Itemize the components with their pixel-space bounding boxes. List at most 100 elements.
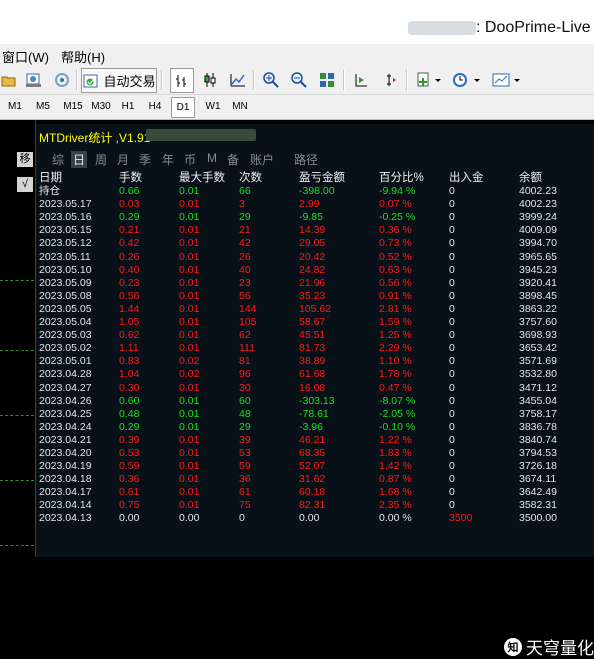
tab-weekly[interactable]: 周 [95, 151, 107, 168]
cell-pnl: 21.96 [299, 276, 326, 289]
auto-scroll-icon[interactable] [378, 68, 400, 91]
table-row: 2023.05.03 0.62 0.01 62 45.51 1.25 % 0 3698.93 [39, 329, 579, 342]
cell-count: 21 [239, 224, 251, 237]
cell-flow: 3500 [449, 512, 473, 525]
cell-date: 2023.05.15 [39, 224, 92, 237]
cell-pnl: 58.67 [299, 316, 326, 329]
tile-windows-icon[interactable] [316, 68, 338, 91]
autotrade-button[interactable]: 自动交易 [81, 68, 157, 93]
cell-lots: 0.62 [119, 329, 140, 342]
tab-notes[interactable]: 备 [227, 151, 239, 168]
cell-count: 62 [239, 329, 251, 342]
watermark: 知 天穹量化 [504, 634, 594, 659]
tab-account[interactable]: 账户 [250, 151, 274, 168]
cell-flow: 0 [449, 276, 455, 289]
daily-stats-table: 日期 手数 最大手数 次数 盈亏金额 百分比% 出入金 余额 持仓 0.66 0.0… [39, 172, 579, 526]
timeframe-w1[interactable]: W1 [202, 97, 224, 116]
timeframe-m15[interactable]: M15 [60, 97, 86, 116]
cell-pct: 2.81 % [379, 302, 412, 315]
cell-lots: 1.11 [119, 342, 139, 355]
cell-date: 2023.04.20 [39, 446, 92, 459]
cell-lots: 0.39 [119, 433, 140, 446]
candlestick-icon[interactable] [199, 68, 221, 91]
timeframe-d1[interactable]: D1 [171, 97, 195, 118]
timeframe-m1[interactable]: M1 [4, 97, 26, 116]
cell-flow: 0 [449, 302, 455, 315]
cell-flow: 0 [449, 473, 455, 486]
bar-chart-icon[interactable] [170, 68, 194, 93]
cell-max-lots: 0.01 [179, 185, 200, 198]
tab-currency[interactable]: 币 [184, 151, 196, 168]
cell-balance: 3500.00 [519, 512, 557, 525]
open-folder-icon[interactable] [0, 68, 18, 91]
timeframe-h1[interactable]: H1 [117, 97, 139, 116]
chart-shift-icon[interactable] [350, 68, 372, 91]
tab-daily[interactable]: 日 [71, 151, 88, 168]
grid-line [0, 415, 34, 416]
menu-help[interactable]: 帮助(H) [61, 47, 105, 66]
table-row: 2023.04.20 0.53 0.01 53 68.35 1.83 % 0 3794.53 [39, 447, 579, 460]
cell-balance: 3758.17 [519, 407, 557, 420]
window-titlebar: : DooPrime-Live [0, 0, 594, 45]
cell-balance: 3836.78 [519, 420, 557, 433]
cell-date: 2023.05.02 [39, 342, 92, 355]
line-chart-icon[interactable] [227, 68, 249, 91]
cell-max-lots: 0.00 [179, 512, 200, 525]
tab-monthly[interactable]: 月 [117, 151, 129, 168]
cell-pct: 1.59 % [379, 316, 412, 329]
cell-pnl: -303.13 [299, 394, 335, 407]
cell-flow: 0 [449, 250, 455, 263]
timeframe-m30[interactable]: M30 [88, 97, 114, 116]
cell-lots: 0.26 [119, 250, 140, 263]
cell-date: 2023.04.19 [39, 460, 92, 473]
cell-flow: 0 [449, 433, 455, 446]
timeframe-mn[interactable]: MN [229, 97, 251, 116]
templates-icon[interactable] [490, 68, 524, 91]
cell-count: 61 [239, 486, 251, 499]
tab-summary[interactable]: 综 [52, 151, 64, 168]
cell-pnl: 38.89 [299, 355, 326, 368]
cell-count: 23 [239, 276, 251, 289]
cell-pnl: 52.07 [299, 460, 326, 473]
cell-count: 144 [239, 302, 257, 315]
signal-icon[interactable] [52, 68, 72, 91]
terminal-icon[interactable] [24, 68, 44, 91]
autotrade-label: 自动交易 [103, 74, 156, 89]
cell-date: 2023.04.13 [39, 512, 92, 525]
tab-magic[interactable]: M [207, 151, 217, 165]
cell-pct: 2.29 % [379, 342, 412, 355]
cell-flow: 0 [449, 420, 455, 433]
tab-quarterly[interactable]: 季 [139, 151, 151, 168]
cell-max-lots: 0.02 [179, 355, 200, 368]
timeframe-h4[interactable]: H4 [144, 97, 166, 116]
cell-pct: -9.94 % [379, 185, 416, 198]
periods-icon[interactable] [450, 68, 484, 91]
cell-date: 2023.05.10 [39, 263, 92, 276]
cell-balance: 3455.04 [519, 394, 557, 407]
cell-pct: 0.00 % [379, 512, 412, 525]
table-row: 2023.05.11 0.26 0.01 26 20.42 0.52 % 0 3965.65 [39, 251, 579, 264]
table-row: 2023.04.24 0.29 0.01 29 -3.96 -0.10 % 0 3836.78 [39, 421, 579, 434]
cell-pct: 0.63 % [379, 263, 412, 276]
cell-lots: 0.03 [119, 198, 140, 211]
cell-date: 2023.05.16 [39, 211, 92, 224]
cell-max-lots: 0.01 [179, 263, 200, 276]
indicators-icon[interactable] [414, 68, 444, 91]
timeframe-m5[interactable]: M5 [32, 97, 54, 116]
tab-yearly[interactable]: 年 [162, 151, 174, 168]
zoom-out-icon[interactable] [288, 68, 310, 91]
cell-balance: 3532.80 [519, 368, 557, 381]
cell-pnl: 105.62 [299, 302, 332, 315]
move-button[interactable]: 移 [17, 152, 33, 167]
cell-balance: 3920.41 [519, 276, 557, 289]
cell-max-lots: 0.01 [179, 198, 200, 211]
menu-window[interactable]: 窗口(W) [2, 47, 49, 66]
cell-max-lots: 0.01 [179, 473, 200, 486]
statistics-panel: MTDriver统计 ,V1.91 综 日 周 月 季 年 币 M 备 账户 路… [36, 124, 594, 658]
cell-balance: 3582.31 [519, 499, 557, 512]
check-icon[interactable]: √ [17, 177, 33, 192]
cell-pnl: 20.42 [299, 250, 326, 263]
table-row: 持仓 0.66 0.01 66 -398.00 -9.94 % 0 4002.23 [39, 185, 579, 198]
tab-path[interactable]: 路径 [294, 151, 318, 168]
zoom-in-icon[interactable] [260, 68, 282, 91]
